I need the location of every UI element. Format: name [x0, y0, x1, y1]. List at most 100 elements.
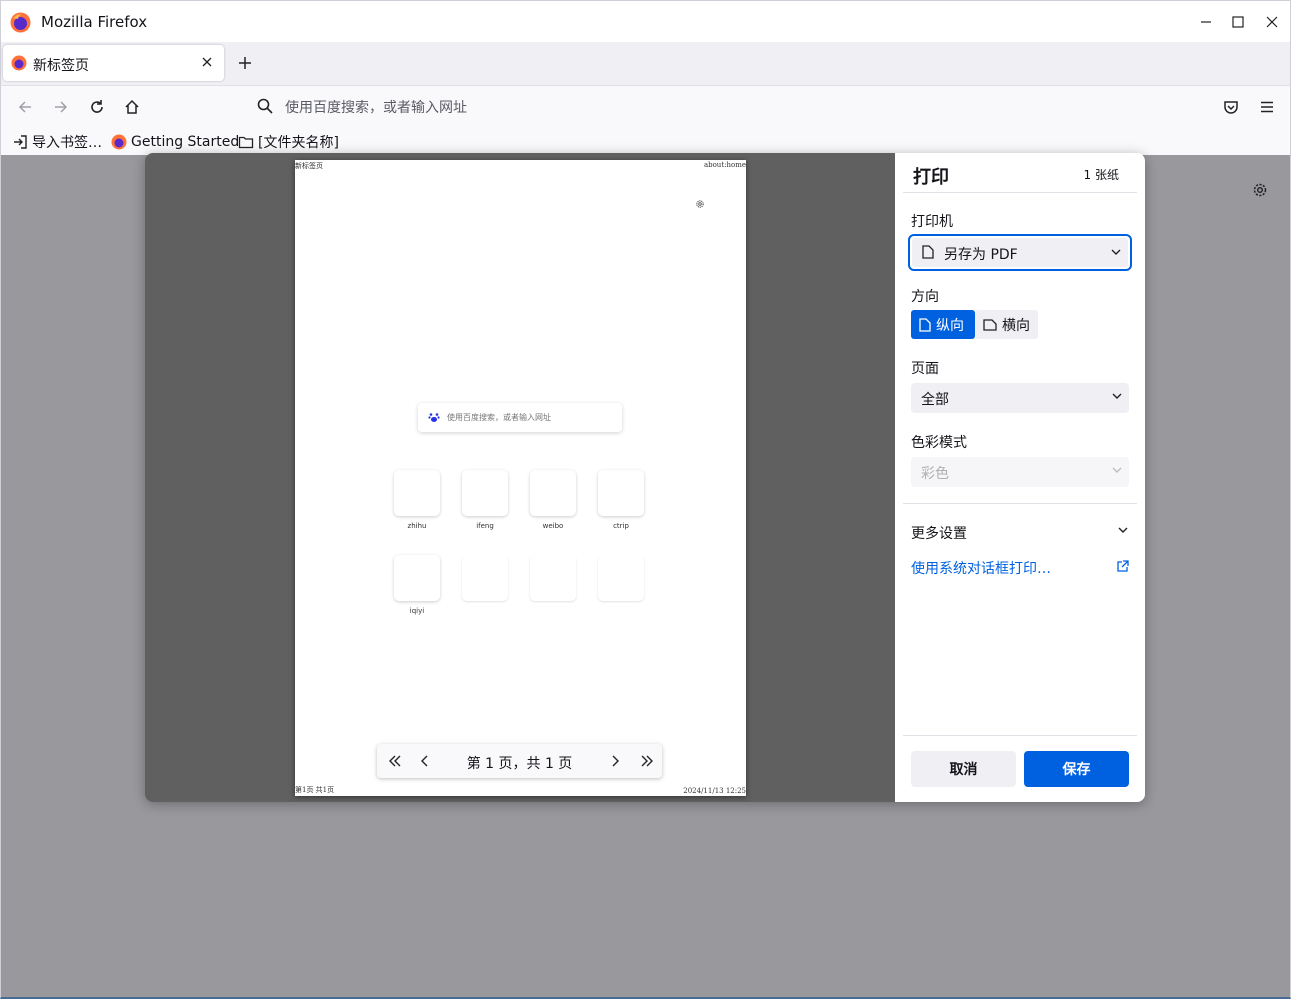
- import-icon: [14, 135, 27, 149]
- portrait-icon: [919, 317, 931, 332]
- top-site-tile: [394, 555, 440, 601]
- color-mode-label: 色彩模式: [911, 435, 967, 451]
- pages-value: 全部: [921, 392, 949, 408]
- sheet-header-left: 新标签页: [295, 162, 323, 170]
- document-icon: [922, 245, 934, 259]
- preview-sheet: 新标签页 about:home 使用百度搜索，或者输入网址 zhihu ifen…: [295, 160, 746, 796]
- reload-button[interactable]: [85, 95, 109, 119]
- menu-button[interactable]: [1255, 95, 1279, 119]
- landscape-label: 横向: [1002, 317, 1030, 334]
- pages-label: 页面: [911, 361, 939, 377]
- print-heading: 打印: [913, 167, 949, 188]
- system-dialog-link[interactable]: 使用系统对话框打印…: [911, 558, 1051, 578]
- color-mode-select: 彩色: [911, 457, 1129, 487]
- reload-icon: [91, 100, 103, 113]
- address-placeholder: 使用百度搜索，或者输入网址: [285, 100, 467, 116]
- double-chevron-right-icon: [641, 755, 653, 767]
- tab-label: 新标签页: [33, 58, 89, 74]
- close-window-button[interactable]: [1261, 11, 1283, 33]
- tab-close-button[interactable]: [198, 53, 216, 71]
- pages-select[interactable]: 全部: [911, 383, 1129, 413]
- divider: [903, 192, 1137, 193]
- portrait-label: 纵向: [936, 317, 964, 334]
- plus-icon: [239, 57, 251, 69]
- printer-label: 打印机: [911, 214, 953, 230]
- bookmark-label: Getting Started: [131, 134, 240, 150]
- bookmark-import[interactable]: 导入书签…: [12, 132, 102, 152]
- printer-select[interactable]: 另存为 PDF: [908, 234, 1132, 271]
- hamburger-menu-icon: [1261, 101, 1273, 113]
- landscape-icon: [983, 318, 997, 331]
- top-site-placeholder: [462, 555, 508, 601]
- minimize-button[interactable]: [1195, 11, 1217, 33]
- bookmarks-toolbar: 导入书签… Getting Started [文件夹名称]: [0, 127, 1291, 155]
- top-site-tile: [394, 470, 440, 516]
- chevron-down-icon[interactable]: [1117, 525, 1129, 535]
- chevron-down-icon: [1112, 393, 1122, 399]
- address-bar[interactable]: 使用百度搜索，或者输入网址: [251, 92, 951, 122]
- maximize-icon: [1232, 16, 1244, 28]
- divider: [903, 735, 1137, 736]
- folder-icon: [238, 136, 254, 149]
- printer-select-inner: 另存为 PDF: [912, 238, 1128, 267]
- baidu-paw-icon: [428, 413, 440, 422]
- title-bar: Mozilla Firefox: [0, 0, 1291, 42]
- external-link-icon: [1117, 560, 1129, 572]
- close-icon: [202, 57, 212, 67]
- chevron-down-icon: [1112, 467, 1122, 473]
- sheet-footer-left: 第1页 共1页: [295, 786, 335, 794]
- chevron-down-icon: [1111, 249, 1121, 255]
- preview-search-box: 使用百度搜索，或者输入网址: [418, 403, 622, 432]
- pocket-button[interactable]: [1219, 95, 1243, 119]
- navigation-bar: 使用百度搜索，或者输入网址: [0, 85, 1291, 127]
- firefox-favicon-icon: [11, 55, 27, 71]
- print-preview-area: 新标签页 about:home 使用百度搜索，或者输入网址 zhihu ifen…: [145, 153, 895, 802]
- top-site-tile: [462, 470, 508, 516]
- sheet-footer-right: 2024/11/13 12:25: [683, 787, 746, 795]
- tab-strip: 新标签页: [0, 42, 1291, 85]
- firefox-logo-icon: [10, 12, 31, 33]
- bookmark-label: 导入书签…: [32, 135, 102, 151]
- forward-button[interactable]: [49, 95, 73, 119]
- chevron-right-icon: [612, 755, 619, 767]
- arrow-left-icon: [18, 101, 31, 113]
- home-button[interactable]: [120, 95, 144, 119]
- printer-value: 另存为 PDF: [944, 247, 1018, 263]
- gear-icon[interactable]: [1251, 181, 1269, 199]
- arrow-right-icon: [55, 101, 68, 113]
- home-icon: [125, 99, 139, 114]
- color-mode-value: 彩色: [921, 466, 949, 482]
- last-page-button[interactable]: [637, 751, 657, 771]
- bookmark-label: [文件夹名称]: [258, 135, 339, 151]
- top-site-label: weibo: [542, 522, 564, 530]
- window-title: Mozilla Firefox: [41, 13, 148, 31]
- bookmark-folder[interactable]: [文件夹名称]: [238, 132, 339, 152]
- orientation-label: 方向: [911, 289, 939, 305]
- search-icon: [257, 98, 273, 114]
- sheet-header-right: about:home: [703, 161, 746, 169]
- tab-new-tab[interactable]: 新标签页: [3, 45, 224, 81]
- bookmark-getting-started[interactable]: Getting Started: [111, 132, 239, 152]
- back-button[interactable]: [13, 95, 37, 119]
- minimize-icon: [1201, 21, 1211, 23]
- print-dialog: 新标签页 about:home 使用百度搜索，或者输入网址 zhihu ifen…: [145, 153, 1145, 802]
- gear-icon: [696, 200, 704, 208]
- preview-pager: 第 1 页，共 1 页: [377, 744, 662, 778]
- top-site-label: zhihu: [407, 522, 427, 530]
- close-icon: [1266, 16, 1278, 28]
- firefox-icon: [111, 134, 127, 150]
- top-site-label: iqiyi: [409, 607, 425, 615]
- print-settings-panel: 打印 1 张纸 打印机 另存为 PDF 方向 纵向 横向 页面 全部 色彩模式 …: [895, 153, 1145, 802]
- save-button[interactable]: 保存: [1024, 751, 1129, 787]
- top-site-placeholder: [530, 555, 576, 601]
- divider: [903, 503, 1137, 504]
- top-site-tile: [530, 470, 576, 516]
- portrait-toggle[interactable]: 纵向: [911, 310, 975, 339]
- next-page-button[interactable]: [605, 751, 625, 771]
- more-settings-toggle[interactable]: 更多设置: [911, 523, 967, 543]
- cancel-button[interactable]: 取消: [911, 751, 1016, 787]
- landscape-toggle[interactable]: 横向: [975, 310, 1038, 339]
- preview-search-placeholder: 使用百度搜索，或者输入网址: [447, 413, 551, 422]
- new-tab-button[interactable]: [234, 52, 256, 74]
- maximize-button[interactable]: [1227, 11, 1249, 33]
